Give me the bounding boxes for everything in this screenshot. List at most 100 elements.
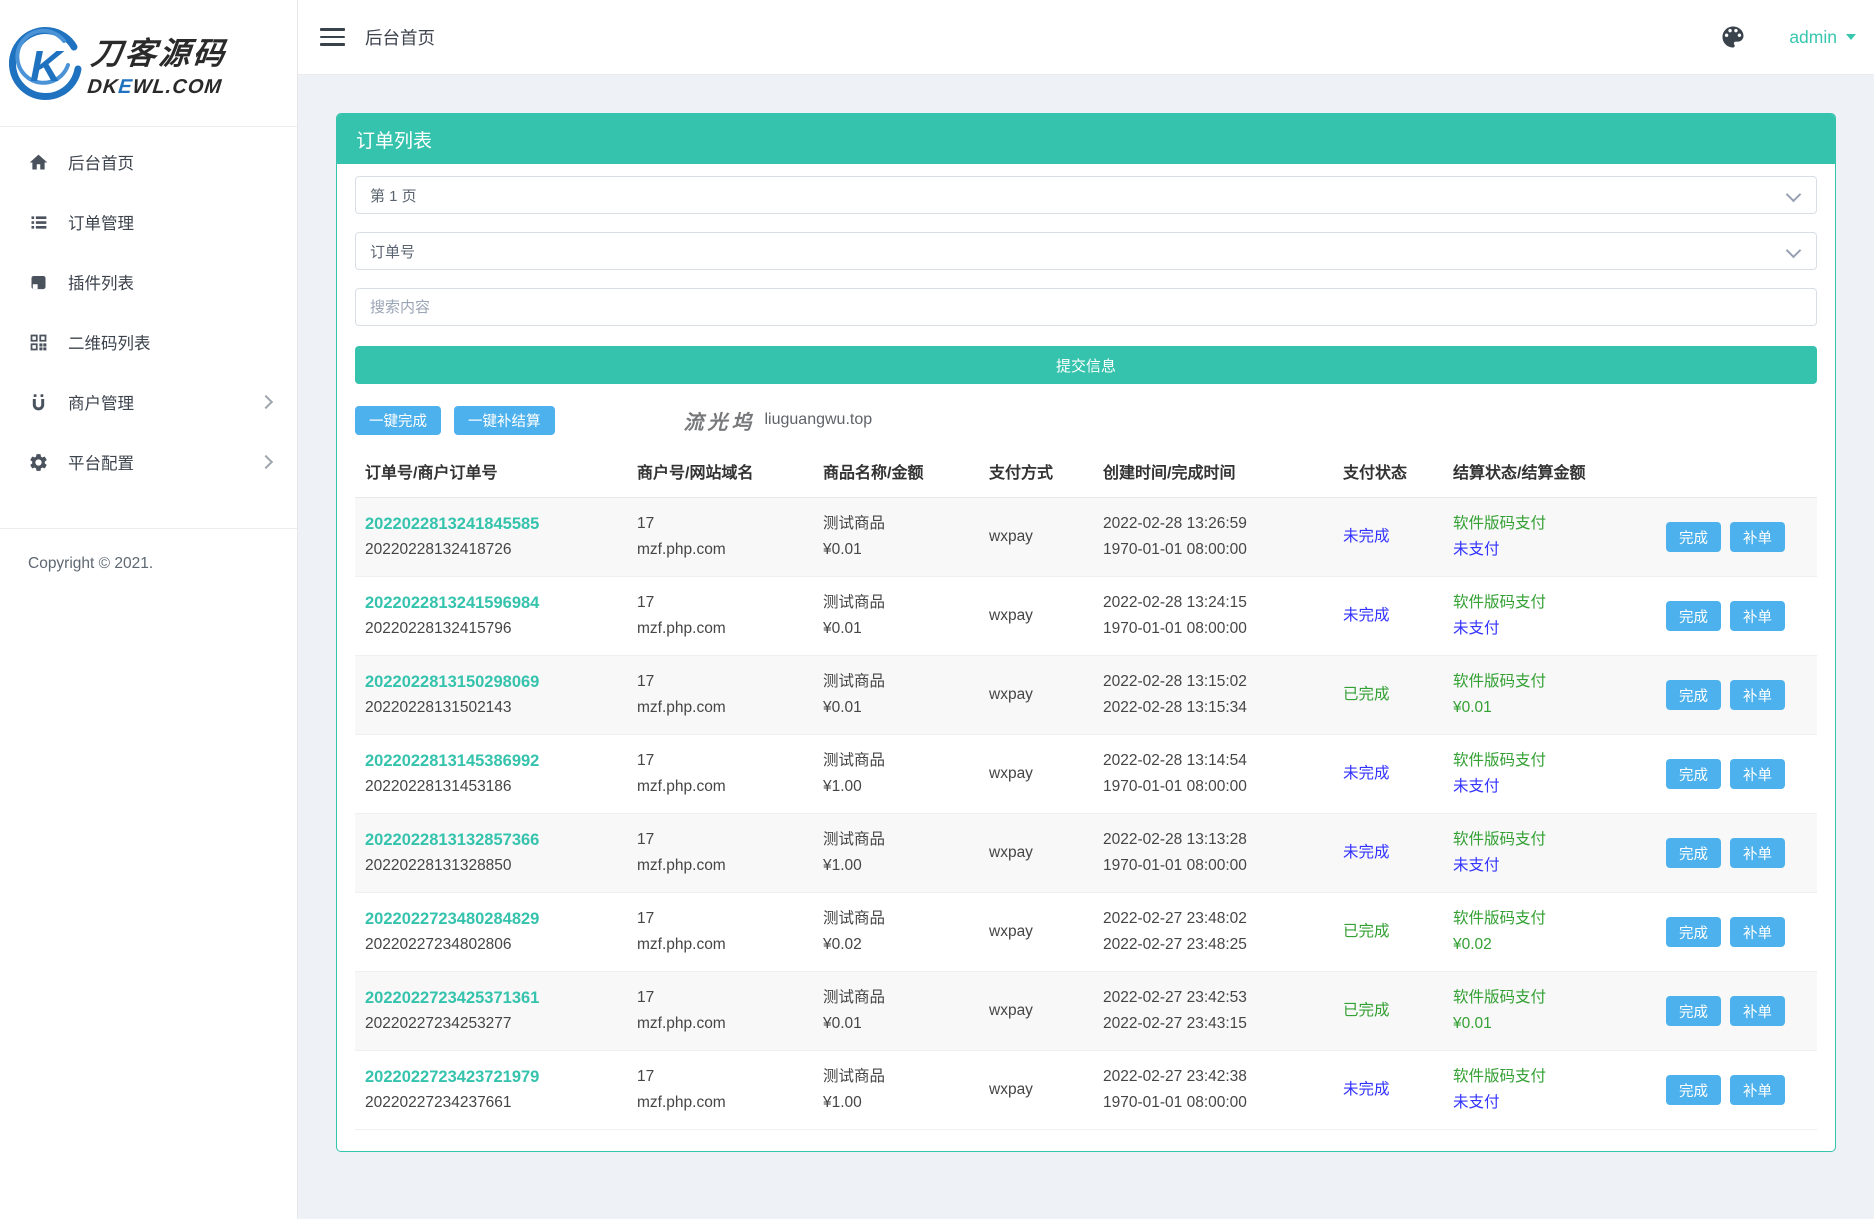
home-icon xyxy=(28,152,49,173)
reissue-button[interactable]: 补单 xyxy=(1730,601,1785,631)
actions-cell: 完成 补单 xyxy=(1650,591,1817,641)
actions-cell: 完成 补单 xyxy=(1650,512,1817,562)
reissue-button[interactable]: 补单 xyxy=(1730,917,1785,947)
settle-cell: 软件版码支付 未支付 xyxy=(1443,1054,1650,1126)
admin-menu[interactable]: admin xyxy=(1789,27,1856,48)
order-link[interactable]: 2022022813145386992 xyxy=(365,748,615,774)
settle-cell: 软件版码支付 未支付 xyxy=(1443,580,1650,652)
paystatus-cell: 已完成 xyxy=(1333,988,1443,1034)
table-header: 订单号/商户订单号 商户号/网站域名 商品名称/金额 支付方式 创建时间/完成时… xyxy=(355,451,1817,498)
pay-type: wxpay xyxy=(989,686,1033,703)
reissue-button[interactable]: 补单 xyxy=(1730,996,1785,1026)
reissue-button[interactable]: 补单 xyxy=(1730,759,1785,789)
bulk-settle-button[interactable]: 一键补结算 xyxy=(454,406,555,435)
sidebar-item-dashboard[interactable]: 后台首页 xyxy=(0,132,297,192)
merchant-order-no: 20220227234237661 xyxy=(365,1094,512,1111)
order-link[interactable]: 2022022723423721979 xyxy=(365,1064,615,1090)
settle-type: 软件版码支付 xyxy=(1453,748,1638,774)
sidebar-item-label: 平台配置 xyxy=(68,450,134,474)
brand-text: 刀客源码 DKEWL.COM xyxy=(86,28,229,99)
pay-type: wxpay xyxy=(989,1002,1033,1019)
watermark: 流光坞 liuguangwu.top xyxy=(684,406,873,435)
sidebar-item-orders[interactable]: 订单管理 xyxy=(0,192,297,252)
complete-button[interactable]: 完成 xyxy=(1666,759,1721,789)
paytype-cell: wxpay xyxy=(979,1067,1093,1113)
submit-button[interactable]: 提交信息 xyxy=(355,346,1817,384)
created-time: 2022-02-28 13:13:28 xyxy=(1103,827,1321,853)
settle-cell: 软件版码支付 未支付 xyxy=(1443,501,1650,573)
order-list-card: 订单列表 第 1 页 订单号 提交信息 一键完成 一键补结算 流光坞 liugu… xyxy=(336,113,1836,1152)
theme-button[interactable] xyxy=(1719,23,1747,51)
reissue-button[interactable]: 补单 xyxy=(1730,680,1785,710)
settle-type: 软件版码支付 xyxy=(1453,511,1638,537)
complete-button[interactable]: 完成 xyxy=(1666,680,1721,710)
product-cell: 测试商品 ¥0.01 xyxy=(813,580,979,652)
merchant-id: 17 xyxy=(637,906,801,932)
caret-down-icon xyxy=(1846,34,1856,40)
merchant-order-no: 20220228131328850 xyxy=(365,857,512,874)
order-cell: 2022022723425371361 20220227234253277 xyxy=(355,975,627,1047)
product-name: 测试商品 xyxy=(823,748,967,774)
merchant-id: 17 xyxy=(637,985,801,1011)
search-field-select[interactable]: 订单号 xyxy=(355,232,1817,270)
bulk-complete-button[interactable]: 一键完成 xyxy=(355,406,441,435)
table-row: 2022022813145386992 20220228131453186 17… xyxy=(355,735,1817,814)
complete-button[interactable]: 完成 xyxy=(1666,522,1721,552)
paystatus-cell: 已完成 xyxy=(1333,672,1443,718)
settle-type: 软件版码支付 xyxy=(1453,985,1638,1011)
completed-time: 1970-01-01 08:00:00 xyxy=(1103,774,1321,800)
completed-time: 2022-02-28 13:15:34 xyxy=(1103,695,1321,721)
complete-button[interactable]: 完成 xyxy=(1666,996,1721,1026)
header-cell-product: 商品名称/金额 xyxy=(813,451,979,497)
product-cell: 测试商品 ¥1.00 xyxy=(813,738,979,810)
merchant-cell: 17 mzf.php.com xyxy=(627,896,813,968)
product-cell: 测试商品 ¥0.01 xyxy=(813,501,979,573)
sidebar-item-label: 二维码列表 xyxy=(68,330,151,354)
pay-status: 未完成 xyxy=(1343,765,1390,782)
order-link[interactable]: 2022022813241845585 xyxy=(365,511,615,537)
card-header: 订单列表 xyxy=(337,114,1835,164)
order-link[interactable]: 2022022813241596984 xyxy=(365,590,615,616)
sidebar-item-plugins[interactable]: 插件列表 xyxy=(0,252,297,312)
product-name: 测试商品 xyxy=(823,827,967,853)
merchant-cell: 17 mzf.php.com xyxy=(627,580,813,652)
merchant-order-no: 20220228131453186 xyxy=(365,778,512,795)
complete-button[interactable]: 完成 xyxy=(1666,917,1721,947)
settle-type: 软件版码支付 xyxy=(1453,669,1638,695)
reissue-button[interactable]: 补单 xyxy=(1730,838,1785,868)
site-domain: mzf.php.com xyxy=(637,1011,801,1037)
reissue-button[interactable]: 补单 xyxy=(1730,1075,1785,1105)
settle-value: ¥0.01 xyxy=(1453,695,1638,721)
order-link[interactable]: 2022022723480284829 xyxy=(365,906,615,932)
qrcode-icon xyxy=(28,332,49,353)
order-cell: 2022022813241596984 20220228132415796 xyxy=(355,580,627,652)
order-link[interactable]: 2022022723425371361 xyxy=(365,985,615,1011)
product-name: 测试商品 xyxy=(823,511,967,537)
product-amount: ¥0.02 xyxy=(823,932,967,958)
settle-value: ¥0.02 xyxy=(1453,932,1638,958)
order-link[interactable]: 2022022813150298069 xyxy=(365,669,615,695)
page-select[interactable]: 第 1 页 xyxy=(355,176,1817,214)
order-link[interactable]: 2022022813132857366 xyxy=(365,827,615,853)
table-row: 2022022723425371361 20220227234253277 17… xyxy=(355,972,1817,1051)
settle-type: 软件版码支付 xyxy=(1453,827,1638,853)
paytype-cell: wxpay xyxy=(979,830,1093,876)
brand-icon: K xyxy=(4,21,88,105)
complete-button[interactable]: 完成 xyxy=(1666,601,1721,631)
sidebar-item-platform[interactable]: 平台配置 xyxy=(0,432,297,492)
reissue-button[interactable]: 补单 xyxy=(1730,522,1785,552)
sidebar-item-qrcodes[interactable]: 二维码列表 xyxy=(0,312,297,372)
complete-button[interactable]: 完成 xyxy=(1666,838,1721,868)
paystatus-cell: 未完成 xyxy=(1333,830,1443,876)
main-content: 订单列表 第 1 页 订单号 提交信息 一键完成 一键补结算 流光坞 liugu… xyxy=(298,75,1874,1219)
product-name: 测试商品 xyxy=(823,590,967,616)
completed-time: 1970-01-01 08:00:00 xyxy=(1103,853,1321,879)
sidebar-item-merchants[interactable]: 商户管理 xyxy=(0,372,297,432)
search-input[interactable] xyxy=(355,288,1817,326)
complete-button[interactable]: 完成 xyxy=(1666,1075,1721,1105)
brand-logo[interactable]: K 刀客源码 DKEWL.COM xyxy=(0,0,297,127)
card-body: 第 1 页 订单号 提交信息 一键完成 一键补结算 流光坞 liuguangwu… xyxy=(337,164,1835,1148)
menu-toggle-icon[interactable] xyxy=(320,28,345,46)
palette-icon xyxy=(1719,23,1747,51)
sidebar-item-label: 插件列表 xyxy=(68,270,134,294)
